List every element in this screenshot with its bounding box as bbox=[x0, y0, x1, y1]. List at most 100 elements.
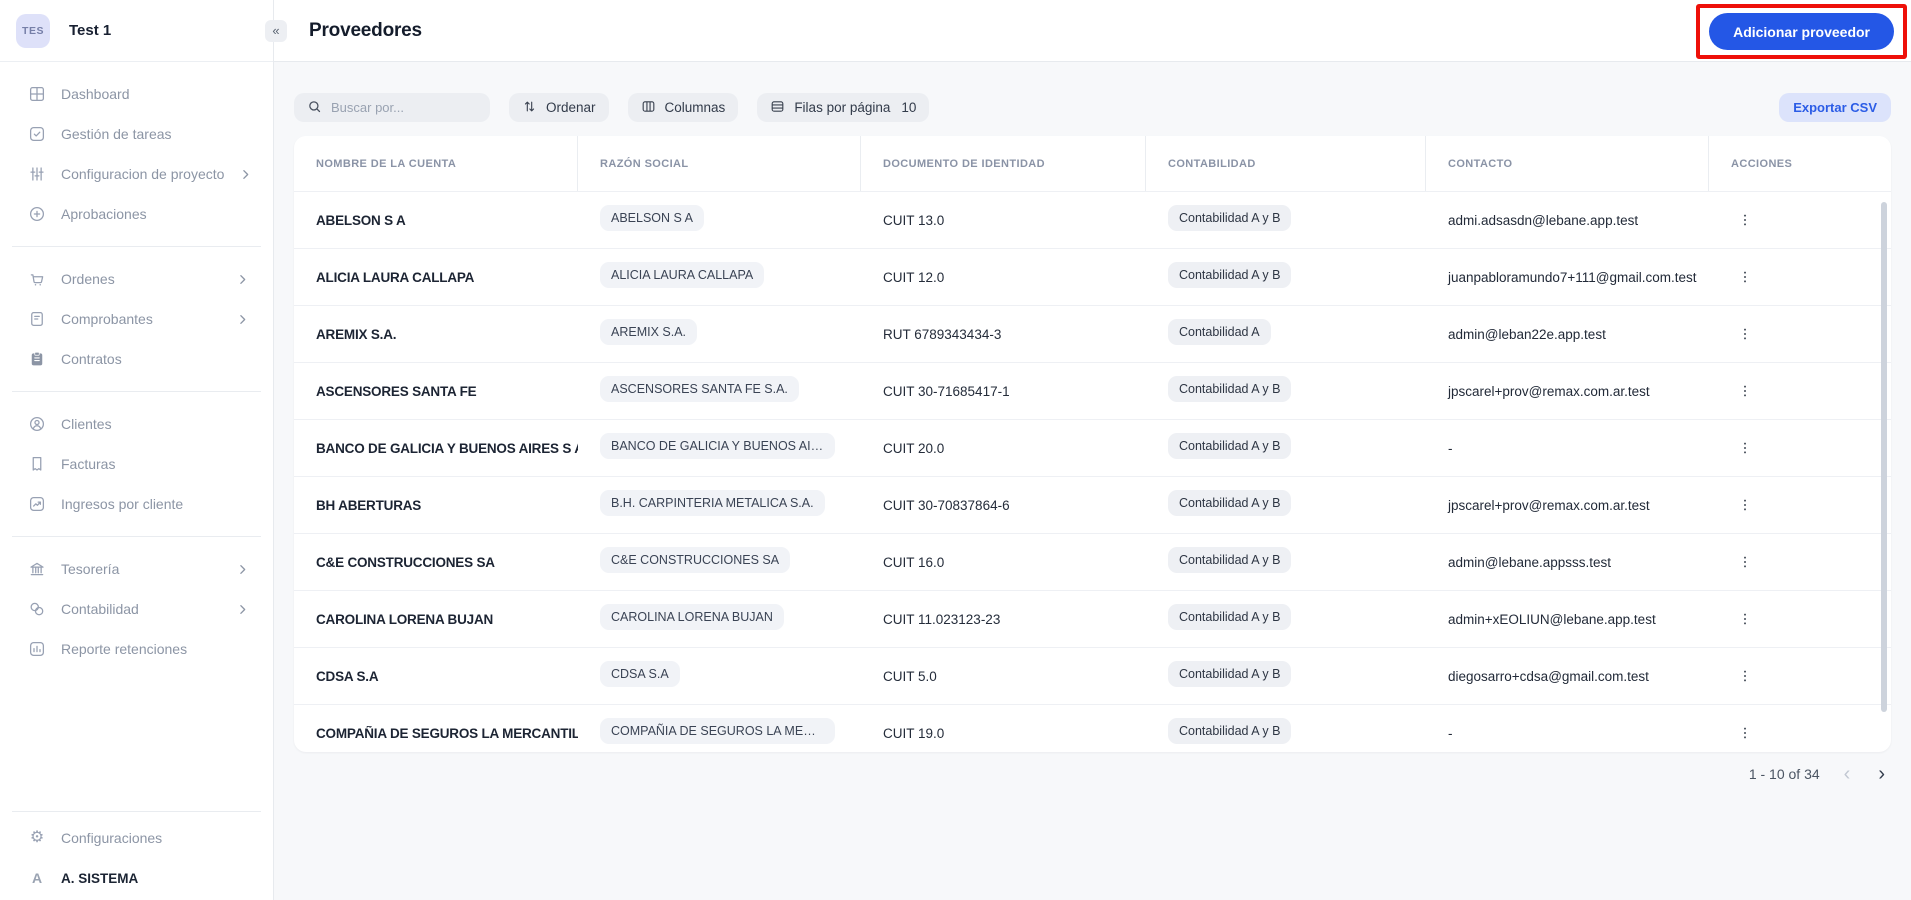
cell-nombre-cuenta: BH ABERTURAS bbox=[316, 497, 422, 513]
sidebar-item-contabilidad[interactable]: Contabilidad bbox=[0, 589, 273, 629]
cell-contacto: admin@leban22e.app.test bbox=[1448, 326, 1606, 342]
sidebar-section-divider bbox=[12, 536, 261, 537]
cell-acciones bbox=[1709, 436, 1891, 460]
cell-contabilidad: Contabilidad A y B bbox=[1146, 489, 1426, 521]
column-header-documento[interactable]: Documento de identidad bbox=[861, 136, 1146, 191]
column-header-contabilidad[interactable]: Contabilidad bbox=[1146, 136, 1426, 191]
cell-documento-identidad: CUIT 30-70837864-6 bbox=[883, 497, 1010, 513]
row-actions-kebab-icon[interactable] bbox=[1731, 265, 1759, 289]
cell-razon-social: C&E CONSTRUCCIONES SA bbox=[578, 546, 861, 578]
sidebar-item-label: Reporte retenciones bbox=[61, 641, 188, 657]
table-row[interactable]: C&E CONSTRUCCIONES SA C&E CONSTRUCCIONES … bbox=[294, 533, 1891, 590]
cell-documento-identidad: CUIT 12.0 bbox=[883, 269, 945, 285]
razon-social-badge: B.H. CARPINTERIA METALICA S.A. bbox=[600, 489, 825, 516]
cell-contacto: - bbox=[1448, 440, 1453, 456]
sort-arrows-icon bbox=[522, 99, 537, 117]
sidebar-collapse-button[interactable]: « bbox=[265, 19, 287, 42]
cell-contabilidad: Contabilidad A y B bbox=[1146, 660, 1426, 692]
sidebar-item-aprobaciones[interactable]: Aprobaciones bbox=[0, 194, 273, 234]
sidebar-item-gestion-de-tareas[interactable]: Gestión de tareas bbox=[0, 114, 273, 154]
sidebar-item-ordenes[interactable]: Ordenes bbox=[0, 259, 273, 299]
cell-documento-identidad: CUIT 13.0 bbox=[883, 212, 945, 228]
export-csv-button[interactable]: Exportar CSV bbox=[1779, 93, 1891, 122]
sidebar-item-configuracion-de-proyecto[interactable]: Configuracion de proyecto bbox=[0, 154, 273, 194]
sort-button[interactable]: Ordenar bbox=[509, 93, 609, 122]
providers-table-card: Nombre de la cuenta Razón social Documen… bbox=[294, 136, 1891, 752]
sidebar-item-label: Configuraciones bbox=[61, 830, 163, 846]
table-row[interactable]: AREMIX S.A. AREMIX S.A. RUT 6789343434-3 Co… bbox=[294, 305, 1891, 362]
rows-per-page-button[interactable]: Filas por página 10 bbox=[757, 93, 930, 122]
razon-social-badge: BANCO DE GALICIA Y BUENOS AIRES ... bbox=[600, 432, 835, 459]
sidebar-item-clientes[interactable]: Clientes bbox=[0, 404, 273, 444]
cell-documento-identidad: CUIT 20.0 bbox=[883, 440, 945, 456]
workspace-header: TES Test 1 bbox=[0, 0, 273, 62]
cell-contacto: admi.adsasdn@lebane.app.test bbox=[1448, 212, 1639, 228]
table-row[interactable]: BH ABERTURAS B.H. CARPINTERIA METALICA S.… bbox=[294, 476, 1891, 533]
cell-contacto: jpscarel+prov@remax.com.ar.test bbox=[1448, 383, 1650, 399]
next-page-button[interactable]: › bbox=[1874, 764, 1889, 784]
row-actions-kebab-icon[interactable] bbox=[1731, 664, 1759, 688]
cell-documento-identidad: CUIT 11.023123-23 bbox=[883, 611, 1001, 627]
table-row[interactable]: ABELSON S A ABELSON S A CUIT 13.0 Contabili… bbox=[294, 191, 1891, 248]
chevron-right-icon bbox=[236, 313, 249, 326]
table-scrollbar-thumb[interactable] bbox=[1881, 202, 1887, 712]
columns-button[interactable]: Columnas bbox=[627, 93, 739, 122]
table-row[interactable]: CAROLINA LORENA BUJAN CAROLINA LORENA BUJ… bbox=[294, 590, 1891, 647]
row-actions-kebab-icon[interactable] bbox=[1731, 607, 1759, 631]
table-row[interactable]: ALICIA LAURA CALLAPA ALICIA LAURA CALLAPA… bbox=[294, 248, 1891, 305]
column-header-contacto[interactable]: Contacto bbox=[1426, 136, 1709, 191]
row-actions-kebab-icon[interactable] bbox=[1731, 721, 1759, 745]
gear-icon: ⚙ bbox=[29, 829, 45, 846]
search-input[interactable] bbox=[331, 100, 477, 115]
search-box[interactable] bbox=[294, 93, 490, 122]
sidebar-item-configuraciones[interactable]: ⚙ Configuraciones bbox=[12, 818, 261, 858]
contabilidad-badge: Contabilidad A y B bbox=[1168, 204, 1292, 231]
column-header-razon-social[interactable]: Razón social bbox=[578, 136, 861, 191]
column-header-nombre[interactable]: Nombre de la cuenta bbox=[294, 136, 578, 191]
sidebar-item-contratos[interactable]: Contratos bbox=[0, 339, 273, 379]
search-icon bbox=[307, 99, 322, 117]
chevron-right-icon bbox=[239, 168, 252, 181]
table-row[interactable]: BANCO DE GALICIA Y BUENOS AIRES S A U BAN… bbox=[294, 419, 1891, 476]
cell-razon-social: AREMIX S.A. bbox=[578, 318, 861, 350]
cell-documento-identidad: RUT 6789343434-3 bbox=[883, 326, 1002, 342]
bar-chart-icon bbox=[28, 640, 46, 658]
sidebar-item-label: Comprobantes bbox=[61, 311, 153, 327]
row-actions-kebab-icon[interactable] bbox=[1731, 379, 1759, 403]
row-actions-kebab-icon[interactable] bbox=[1731, 436, 1759, 460]
row-actions-kebab-icon[interactable] bbox=[1731, 322, 1759, 346]
pagination: 1 - 10 of 34 ‹ › bbox=[294, 764, 1891, 784]
add-provider-button[interactable]: Adicionar proveedor bbox=[1709, 13, 1894, 50]
sidebar-item-reporte-retenciones[interactable]: Reporte retenciones bbox=[0, 629, 273, 669]
contabilidad-badge: Contabilidad A y B bbox=[1168, 432, 1292, 459]
sidebar-item-label: Dashboard bbox=[61, 86, 130, 102]
sidebar-item-tesoreria[interactable]: Tesorería bbox=[0, 549, 273, 589]
razon-social-badge: ALICIA LAURA CALLAPA bbox=[600, 261, 765, 288]
contabilidad-badge: Contabilidad A y B bbox=[1168, 546, 1292, 573]
row-actions-kebab-icon[interactable] bbox=[1731, 208, 1759, 232]
cell-razon-social: B.H. CARPINTERIA METALICA S.A. bbox=[578, 489, 861, 521]
cell-nombre-cuenta: ALICIA LAURA CALLAPA bbox=[316, 269, 475, 285]
table-row[interactable]: CDSA S.A CDSA S.A CUIT 5.0 Contabilidad A y… bbox=[294, 647, 1891, 704]
pagination-range-label: 1 - 10 of 34 bbox=[1748, 766, 1820, 782]
contabilidad-badge: Contabilidad A y B bbox=[1168, 375, 1292, 402]
row-actions-kebab-icon[interactable] bbox=[1731, 493, 1759, 517]
sidebar-item-label: Configuracion de proyecto bbox=[61, 166, 225, 182]
table-row[interactable]: ASCENSORES SANTA FE ASCENSORES SANTA FE S… bbox=[294, 362, 1891, 419]
razon-social-badge: ABELSON S A bbox=[600, 204, 704, 231]
previous-page-button[interactable]: ‹ bbox=[1840, 764, 1855, 784]
cell-nombre-cuenta: AREMIX S.A. bbox=[316, 326, 397, 342]
row-actions-kebab-icon[interactable] bbox=[1731, 550, 1759, 574]
cell-nombre-cuenta: ASCENSORES SANTA FE bbox=[316, 383, 477, 399]
razon-social-badge: CAROLINA LORENA BUJAN bbox=[600, 603, 784, 630]
cell-razon-social: CAROLINA LORENA BUJAN bbox=[578, 603, 861, 635]
sidebar-item-facturas[interactable]: Facturas bbox=[0, 444, 273, 484]
sidebar-item-a-sistema[interactable]: A A. SISTEMA bbox=[12, 858, 261, 898]
sidebar-item-dashboard[interactable]: Dashboard bbox=[0, 74, 273, 114]
sidebar-section-divider bbox=[12, 391, 261, 392]
contabilidad-badge: Contabilidad A y B bbox=[1168, 660, 1292, 687]
sidebar-item-comprobantes[interactable]: Comprobantes bbox=[0, 299, 273, 339]
annotation-highlight: Adicionar proveedor bbox=[1696, 4, 1907, 59]
table-row[interactable]: COMPAÑIA DE SEGUROS LA MERCANTIL AND COMP… bbox=[294, 704, 1891, 752]
sidebar-item-ingresos-por-cliente[interactable]: Ingresos por cliente bbox=[0, 484, 273, 524]
